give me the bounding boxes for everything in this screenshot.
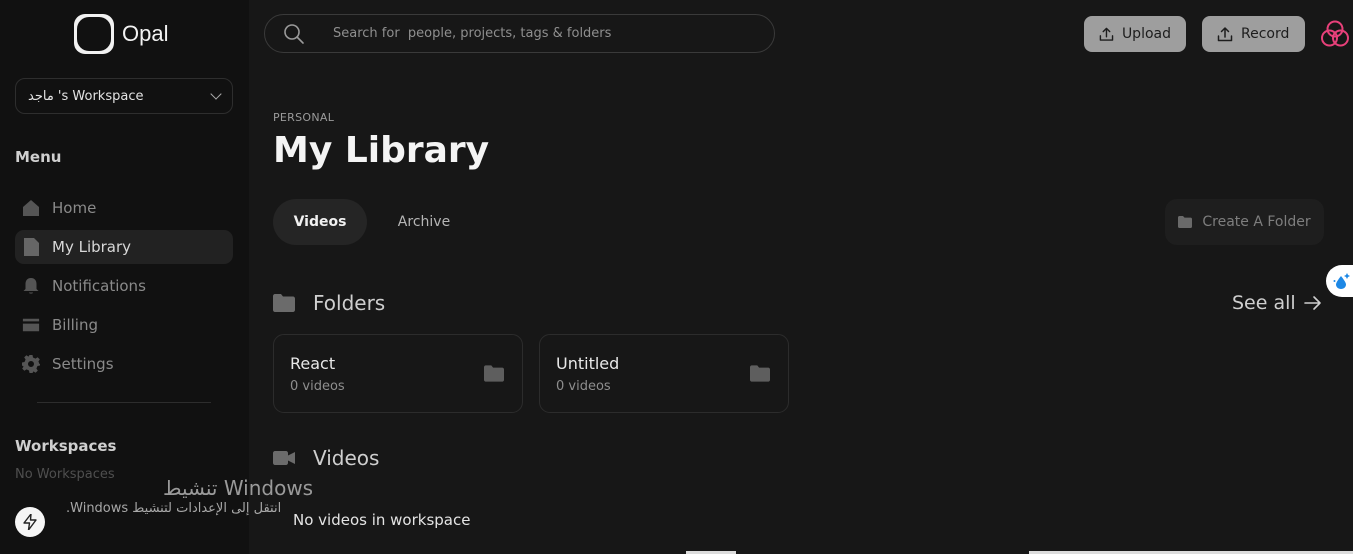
sidebar-item-home[interactable]: Home: [15, 191, 233, 225]
sidebar-item-label: My Library: [52, 238, 132, 256]
sidebar-item-label: Settings: [52, 355, 114, 373]
menu-title: Menu: [15, 148, 62, 166]
sidebar-item-notifications[interactable]: Notifications: [15, 269, 233, 303]
sidebar-nav: Home My Library Notifications Billing Se…: [15, 191, 233, 386]
see-all-label: See all: [1232, 292, 1296, 314]
folder-video-count: 0 videos: [290, 379, 345, 394]
sidebar-item-label: Home: [52, 199, 97, 217]
credit-card-icon: [22, 316, 40, 334]
sidebar-divider: [37, 402, 211, 403]
search-bar[interactable]: [264, 14, 775, 53]
record-button[interactable]: Record: [1202, 16, 1305, 52]
folder-icon: [750, 365, 770, 382]
videos-heading: Videos: [273, 446, 379, 470]
os-activation-subtitle: انتقل إلى الإعدادات لتنشيط Windows.: [66, 501, 282, 516]
brand[interactable]: Opal: [74, 14, 168, 54]
document-icon: [22, 238, 40, 256]
workspaces-empty-text: No Workspaces: [15, 467, 115, 482]
sidebar-item-settings[interactable]: Settings: [15, 347, 233, 381]
upload-label: Upload: [1121, 26, 1171, 42]
workspace-select[interactable]: ماجد 's Workspace: [15, 78, 233, 114]
folder-icon: [484, 365, 504, 382]
water-drop-sparkle-icon: [1333, 273, 1350, 289]
create-folder-label: Create A Folder: [1202, 214, 1311, 230]
bell-icon: [22, 277, 40, 295]
folder-name: React: [290, 354, 336, 373]
sidebar-item-label: Billing: [52, 316, 98, 334]
upload-icon: [1099, 27, 1114, 41]
videos-heading-label: Videos: [313, 446, 380, 470]
video-camera-icon: [273, 447, 295, 469]
tab-videos[interactable]: Videos: [273, 199, 367, 245]
sidebar: Opal ماجد 's Workspace Menu Home My Libr…: [0, 0, 249, 554]
gear-icon: [22, 355, 40, 373]
empty-videos-message: No videos in workspace: [293, 511, 471, 529]
folder-icon: [273, 292, 295, 314]
arrow-right-icon: [1303, 296, 1321, 310]
upload-icon: [1217, 27, 1233, 42]
folders-heading-label: Folders: [313, 291, 386, 315]
page-eyebrow: PERSONAL: [273, 111, 335, 124]
search-icon: [284, 23, 304, 44]
search-input[interactable]: [333, 26, 753, 41]
workspace-select-value: ماجد 's Workspace: [28, 88, 144, 104]
sidebar-item-billing[interactable]: Billing: [15, 308, 233, 342]
upload-button[interactable]: Upload: [1084, 16, 1186, 52]
record-label: Record: [1241, 26, 1290, 42]
opal-logo-icon: [74, 14, 114, 54]
folder-card[interactable]: React 0 videos: [273, 334, 523, 413]
chevron-down-icon: [210, 88, 222, 100]
side-widget-button[interactable]: [1326, 265, 1353, 297]
brand-name: Opal: [122, 21, 169, 46]
workspaces-title: Workspaces: [15, 437, 117, 455]
folder-card[interactable]: Untitled 0 videos: [539, 334, 789, 413]
folder-name: Untitled: [556, 354, 620, 373]
tab-archive[interactable]: Archive: [383, 199, 465, 245]
folder-video-count: 0 videos: [556, 379, 611, 394]
os-activation-title: تنشيط Windows: [163, 476, 314, 500]
see-all-link[interactable]: See all: [1232, 292, 1322, 314]
create-folder-button[interactable]: Create A Folder: [1165, 199, 1324, 245]
folders-heading: Folders: [273, 291, 385, 315]
sidebar-item-label: Notifications: [52, 277, 146, 295]
page-title: My Library: [273, 130, 490, 171]
avatar[interactable]: [1320, 19, 1350, 49]
lightning-bolt-icon[interactable]: [15, 507, 45, 537]
sidebar-item-my-library[interactable]: My Library: [15, 230, 233, 264]
folder-icon: [1178, 216, 1193, 228]
home-icon: [22, 199, 40, 217]
